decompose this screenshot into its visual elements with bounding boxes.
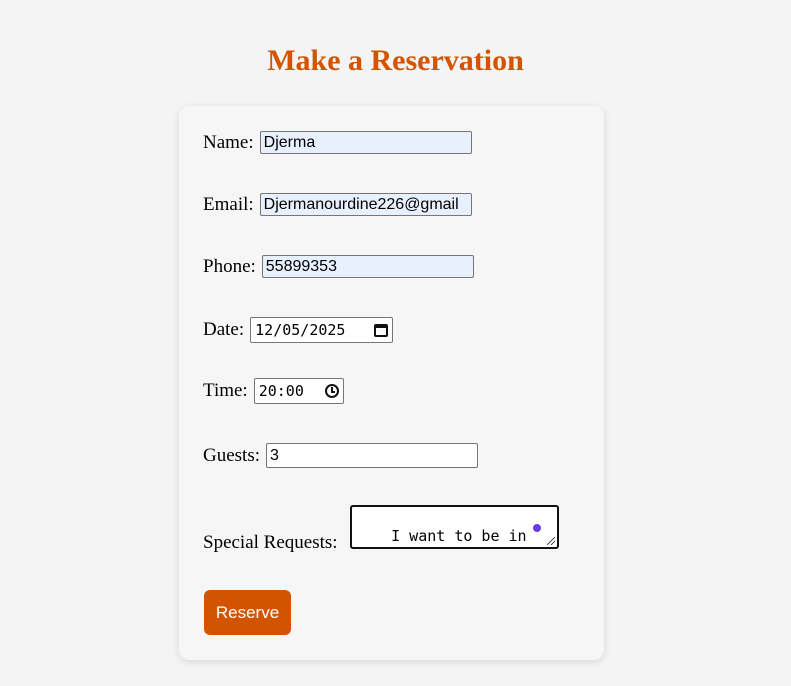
- email-input[interactable]: Djermanourdine226@gmail: [259, 193, 472, 216]
- special-requests-label: Special Requests:: [203, 532, 338, 553]
- special-requests-textarea[interactable]: I want to be in the VIP: [350, 505, 559, 549]
- calendar-icon[interactable]: [374, 323, 389, 337]
- reservation-form: Name: Djerma Email: Djermanourdine226@gm…: [179, 106, 604, 660]
- page-title: Make a Reservation: [267, 44, 524, 77]
- name-row: Name: Djerma: [203, 131, 472, 154]
- phone-input[interactable]: 55899353: [261, 255, 474, 278]
- time-input[interactable]: 20:00: [253, 378, 344, 404]
- guests-input[interactable]: 3: [266, 443, 478, 468]
- name-input[interactable]: Djerma: [259, 131, 472, 154]
- phone-label: Phone:: [203, 255, 256, 277]
- special-requests-value: I want to be in the VIP: [355, 527, 527, 547]
- date-row: Date: 12/05/2025: [203, 317, 394, 343]
- grammar-dot-icon[interactable]: [533, 524, 541, 532]
- guests-label: Guests:: [203, 444, 260, 466]
- time-row: Time: 20:00: [203, 378, 344, 404]
- guests-row: Guests: 3: [203, 443, 478, 468]
- email-row: Email: Djermanourdine226@gmail: [203, 193, 472, 216]
- resize-grip-icon[interactable]: [547, 537, 555, 545]
- phone-row: Phone: 55899353: [203, 255, 474, 278]
- special-requests-row: Special Requests:: [203, 532, 344, 554]
- date-label: Date:: [203, 319, 245, 340]
- time-value: 20:00: [258, 382, 304, 400]
- date-input[interactable]: 12/05/2025: [250, 317, 394, 343]
- clock-icon[interactable]: [324, 384, 339, 398]
- email-label: Email:: [203, 193, 254, 215]
- date-value: 12/05/2025: [255, 321, 346, 339]
- reserve-button[interactable]: Reserve: [204, 590, 291, 635]
- time-label: Time:: [203, 380, 248, 401]
- name-label: Name:: [203, 131, 254, 153]
